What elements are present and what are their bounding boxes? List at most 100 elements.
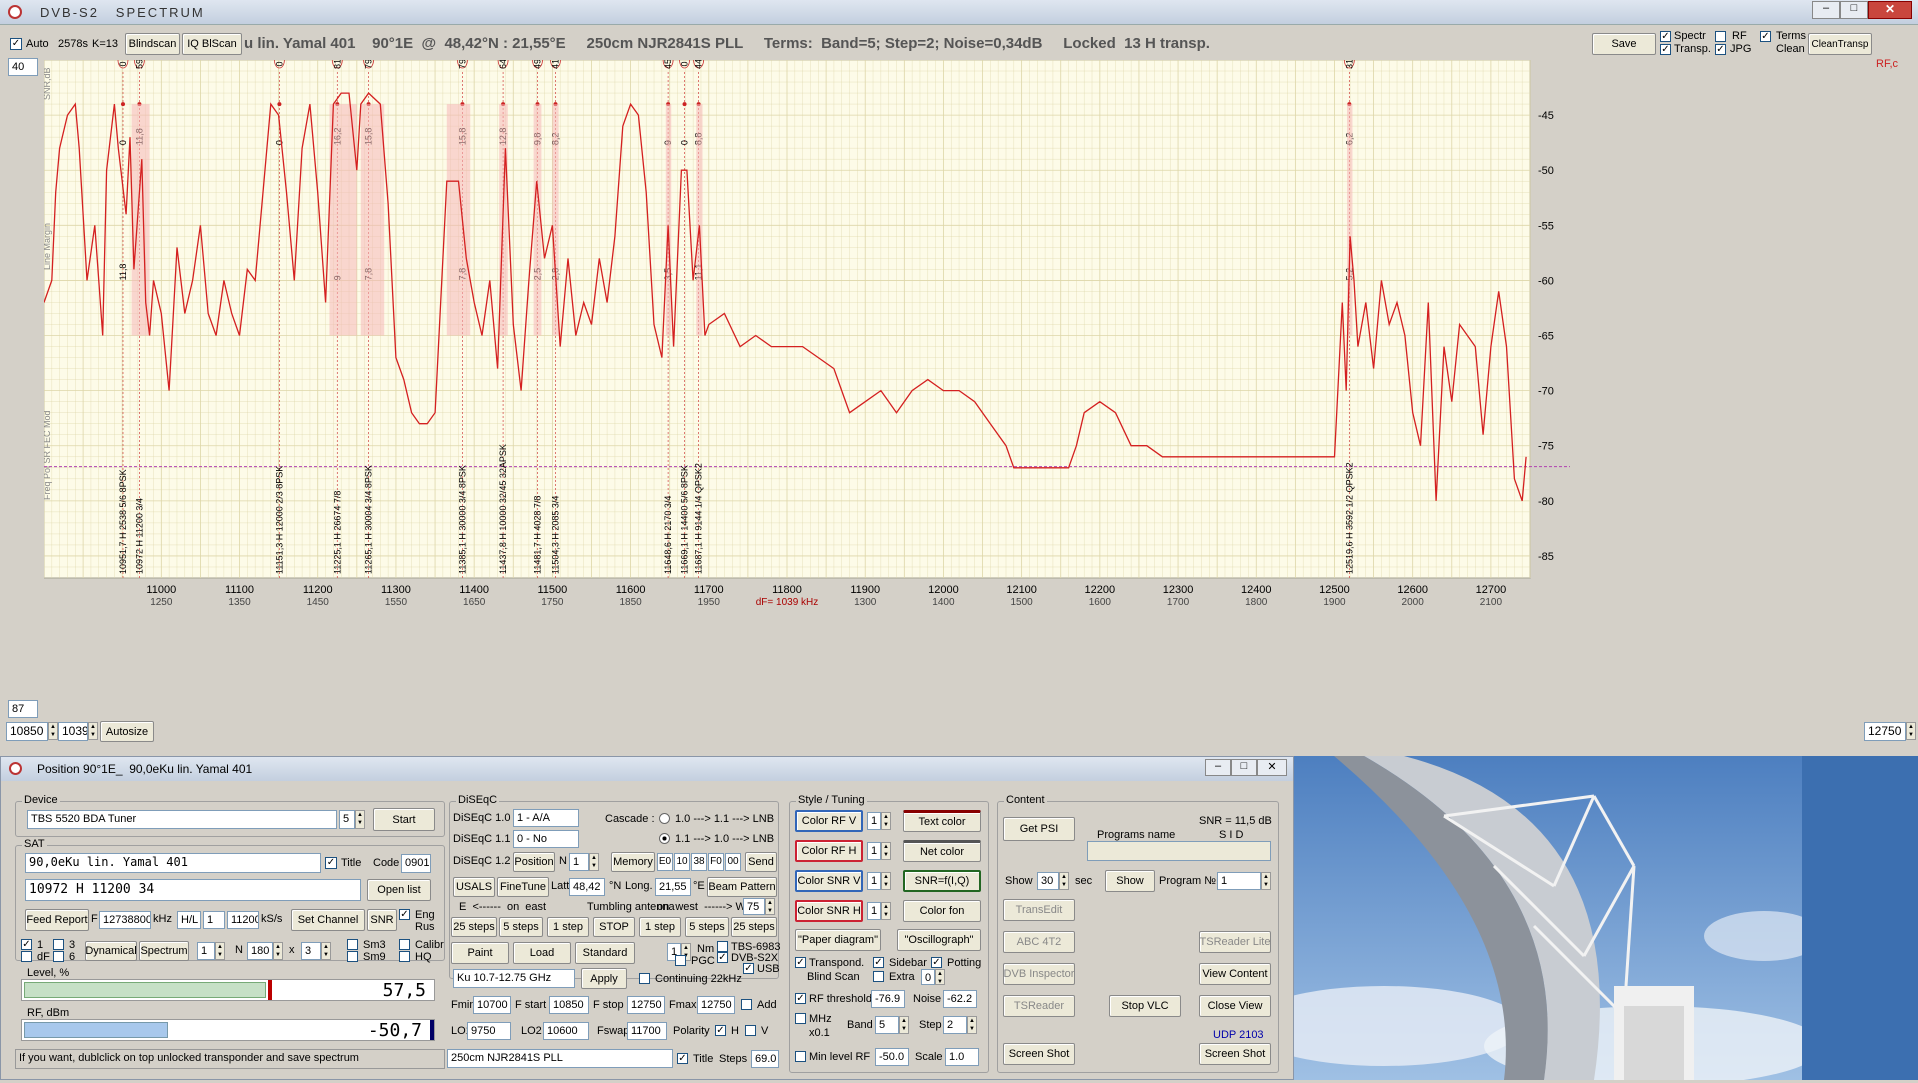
- save-button[interactable]: Save: [1592, 33, 1656, 55]
- tsreader-button[interactable]: TSReader: [1003, 995, 1075, 1017]
- apply-button[interactable]: Apply: [581, 968, 627, 989]
- show-seconds-input[interactable]: 30: [1037, 872, 1059, 890]
- west-25-button[interactable]: 25 steps: [731, 917, 777, 937]
- send-button[interactable]: Send: [745, 852, 777, 872]
- end-freq-input[interactable]: 12750: [1864, 722, 1906, 741]
- oscillograph-button[interactable]: "Oscillograph": [897, 929, 981, 951]
- span-spinner[interactable]: ▲ ▼: [88, 722, 98, 740]
- transponder-select[interactable]: 10972 H 11200 34: [25, 879, 361, 901]
- set-channel-button[interactable]: Set Channel: [291, 909, 365, 931]
- screen-shot-button-1[interactable]: Screen Shot: [1003, 1043, 1075, 1065]
- antenna-title-checkbox[interactable]: ✓: [677, 1053, 688, 1064]
- diseqc10-select[interactable]: 1 - A/A: [513, 809, 579, 827]
- color-rf-v-button[interactable]: Color RF V: [795, 810, 863, 832]
- fstart-input[interactable]: 10850: [549, 996, 589, 1014]
- memory-cell[interactable]: 38: [691, 853, 707, 871]
- position-close-button[interactable]: ✕: [1257, 759, 1287, 776]
- programs-select[interactable]: [1087, 841, 1271, 861]
- tbs-checkbox[interactable]: [717, 941, 728, 952]
- tsreader-lite-button[interactable]: TSReader Lite: [1199, 931, 1271, 953]
- six-checkbox[interactable]: [53, 951, 64, 962]
- cascade-radio-2[interactable]: [659, 833, 670, 844]
- latt-input[interactable]: 48,42: [569, 878, 605, 896]
- code-input[interactable]: 0901: [401, 854, 431, 873]
- color-fon-button[interactable]: Color fon: [903, 900, 981, 922]
- feed-report-button[interactable]: Feed Report: [25, 909, 89, 931]
- noise-input[interactable]: -62.2: [943, 990, 977, 1008]
- position-n-input[interactable]: 1: [569, 853, 589, 871]
- transp-checkbox[interactable]: ✓: [1660, 44, 1671, 55]
- jpg-checkbox[interactable]: ✓: [1715, 44, 1726, 55]
- start-freq-spinner[interactable]: ▲ ▼: [48, 722, 58, 740]
- show-seconds-spinner[interactable]: ▲ ▼: [1059, 872, 1069, 890]
- iq-blscan-button[interactable]: IQ BlScan: [182, 33, 242, 55]
- sm3-checkbox[interactable]: [347, 939, 358, 950]
- hq-checkbox[interactable]: [399, 951, 410, 962]
- spectrum-chart[interactable]: -45-45-50-50-55-55-60-60-65-65-70-70-75-…: [44, 60, 1874, 712]
- autosize-button[interactable]: Autosize: [100, 721, 154, 742]
- east-5-button[interactable]: 5 steps: [499, 917, 543, 937]
- polarity-h-checkbox[interactable]: ✓: [715, 1025, 726, 1036]
- step-spinner[interactable]: ▲ ▼: [967, 1016, 977, 1034]
- top-value-input[interactable]: 40: [8, 58, 38, 76]
- polarity-v-checkbox[interactable]: [745, 1025, 756, 1036]
- finetune-button[interactable]: FineTune: [497, 877, 549, 897]
- rf-threshold-checkbox[interactable]: ✓: [795, 993, 806, 1004]
- position-button[interactable]: Position: [513, 852, 555, 872]
- position-maximize-button[interactable]: □: [1231, 759, 1257, 776]
- transpond-checkbox[interactable]: ✓: [795, 957, 806, 968]
- calibr-checkbox[interactable]: [399, 939, 410, 950]
- color-rf-h-button[interactable]: Color RF H: [795, 840, 863, 862]
- stop-vlc-button[interactable]: Stop VLC: [1109, 995, 1181, 1017]
- color-snr-v-button[interactable]: Color SNR V: [795, 870, 863, 892]
- diseqc11-select[interactable]: 0 - No: [513, 830, 579, 848]
- band-spinner[interactable]: ▲ ▼: [899, 1016, 909, 1034]
- close-view-button[interactable]: Close View: [1199, 995, 1271, 1017]
- standard-button[interactable]: Standard: [575, 942, 635, 964]
- west-5-button[interactable]: 5 steps: [685, 917, 729, 937]
- mhz-checkbox[interactable]: [795, 1013, 806, 1024]
- west-spinner[interactable]: ▲ ▼: [765, 898, 775, 915]
- start-freq-input[interactable]: 10850: [6, 722, 48, 741]
- color-rf-h-spinner[interactable]: ▲ ▼: [881, 842, 891, 860]
- dynamical-button[interactable]: Dynamical: [85, 941, 137, 961]
- scale-input[interactable]: 1.0: [945, 1048, 979, 1066]
- extra-checkbox[interactable]: [873, 971, 884, 982]
- fmax-input[interactable]: 12750: [697, 996, 735, 1014]
- snr-fiq-button[interactable]: SNR=f(I,Q): [903, 870, 981, 892]
- maximize-button[interactable]: □: [1840, 1, 1868, 19]
- span-input[interactable]: 1039: [58, 722, 88, 741]
- fmin-input[interactable]: 10700: [473, 996, 511, 1014]
- steps-input[interactable]: 69.0: [751, 1050, 779, 1068]
- west-input[interactable]: 75: [743, 898, 765, 915]
- east-1-button[interactable]: 1 step: [547, 917, 589, 937]
- freq-input[interactable]: 12738800: [99, 911, 151, 929]
- antenna-input[interactable]: 250cm NJR2841S PLL: [447, 1049, 673, 1068]
- net-color-button[interactable]: Net color: [903, 840, 981, 862]
- n-spinner[interactable]: ▲ ▼: [273, 942, 283, 960]
- east-25-button[interactable]: 25 steps: [451, 917, 497, 937]
- extra-input[interactable]: 0: [921, 969, 935, 985]
- color-snr-v-spinner[interactable]: ▲ ▼: [881, 872, 891, 890]
- terms-checkbox[interactable]: ✓: [1760, 31, 1771, 42]
- tuner-num[interactable]: 5: [339, 810, 355, 829]
- x-spinner[interactable]: ▲ ▼: [321, 942, 331, 960]
- long-input[interactable]: 21,55: [655, 878, 691, 896]
- step-input[interactable]: 2: [943, 1016, 967, 1034]
- rf-checkbox[interactable]: [1715, 31, 1726, 42]
- fstop-input[interactable]: 12750: [627, 996, 665, 1014]
- color-rf-h-num[interactable]: 1: [867, 842, 881, 860]
- n-input[interactable]: 180: [247, 942, 273, 960]
- title-checkbox[interactable]: ✓: [325, 857, 337, 869]
- sr-input[interactable]: 11200: [227, 911, 259, 929]
- view-content-button[interactable]: View Content: [1199, 963, 1271, 985]
- spectr-checkbox[interactable]: ✓: [1660, 31, 1671, 42]
- transedit-button[interactable]: TransEdit: [1003, 899, 1075, 921]
- snr-button[interactable]: SNR: [367, 909, 397, 931]
- color-snr-h-spinner[interactable]: ▲ ▼: [881, 902, 891, 920]
- three-checkbox[interactable]: [53, 939, 64, 950]
- open-list-button[interactable]: Open list: [367, 879, 431, 901]
- start-button[interactable]: Start: [373, 808, 435, 831]
- memory-cell[interactable]: 00: [725, 853, 741, 871]
- memory-button[interactable]: Memory: [611, 852, 655, 872]
